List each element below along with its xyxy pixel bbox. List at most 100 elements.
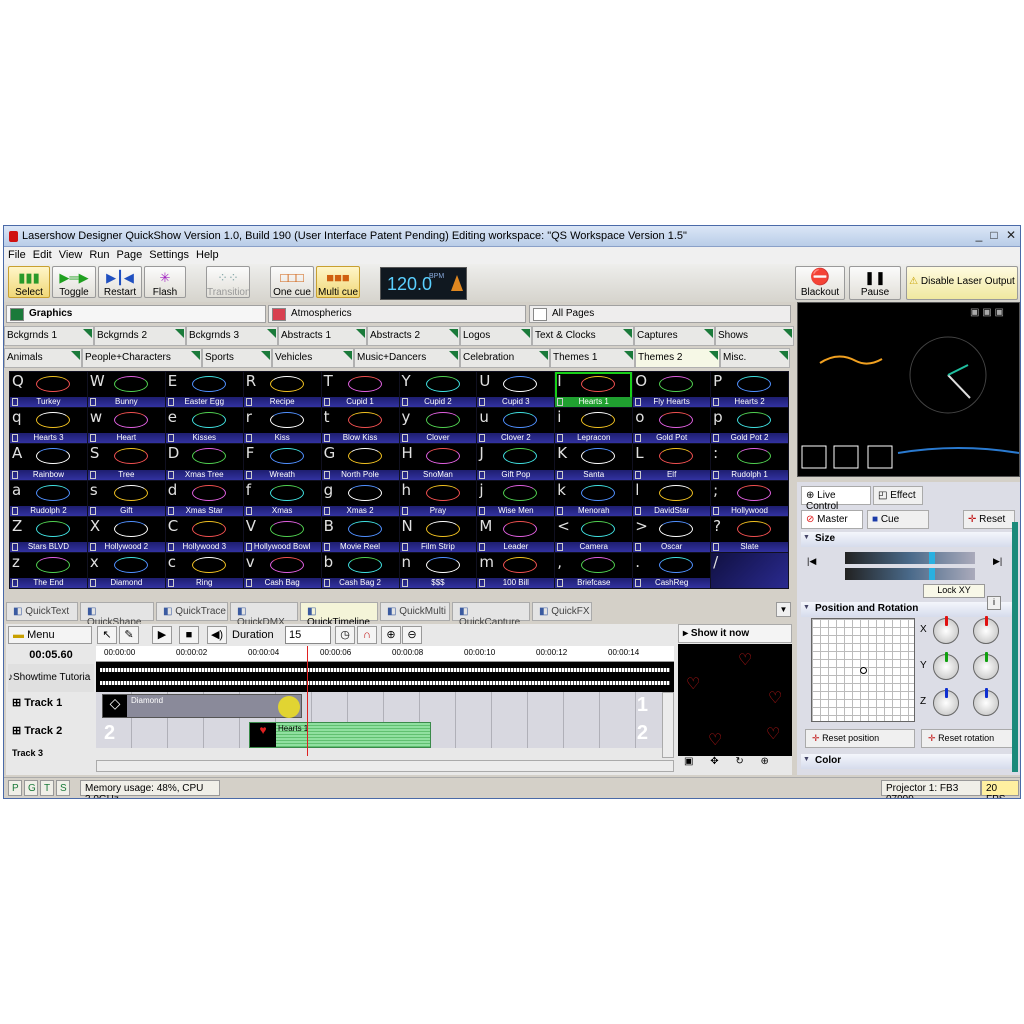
rotation-x-knob[interactable]: [973, 616, 999, 644]
group-tab-bckgrnds-1[interactable]: Bckgrnds 1: [4, 326, 94, 346]
cue-cell[interactable]: B Movie Reel: [321, 516, 399, 552]
cue-cell[interactable]: w Heart: [87, 408, 165, 444]
menu-file[interactable]: File: [4, 247, 29, 261]
cue-cell[interactable]: k Menorah: [555, 480, 633, 516]
status-p-button[interactable]: P: [8, 780, 22, 796]
cue-cell[interactable]: V Hollywood Bowl: [243, 516, 321, 552]
cue-cell[interactable]: e Kisses: [165, 408, 243, 444]
reset-position-button[interactable]: ✛ Reset position: [805, 729, 915, 748]
group-tab-themes-2[interactable]: Themes 2: [635, 348, 720, 368]
select-button[interactable]: ▮▮▮ Select: [8, 266, 50, 298]
cue-cell[interactable]: > Oscar: [633, 516, 711, 552]
cue-cell[interactable]: r Kiss: [243, 408, 321, 444]
cue-cell[interactable]: b Cash Bag 2: [321, 552, 399, 588]
cue-cell[interactable]: j Wise Men: [477, 480, 555, 516]
cue-cell[interactable]: A Rainbow: [10, 444, 87, 480]
duration-input[interactable]: 15: [285, 626, 331, 644]
group-tab-celebration[interactable]: Celebration: [460, 348, 550, 368]
menu-view[interactable]: View: [55, 247, 86, 261]
cue-cell[interactable]: m 100 Bill: [477, 552, 555, 588]
show-it-now-button[interactable]: ▸ Show it now: [678, 624, 792, 643]
restart-button[interactable]: ▶┃◀ Restart: [98, 266, 142, 298]
track-1-lane[interactable]: ◇ Diamond 1: [96, 692, 662, 720]
cue-cell[interactable]: K Santa: [555, 444, 633, 480]
group-tab-text-clocks[interactable]: Text & Clocks: [532, 326, 634, 346]
cue-cell[interactable]: D Xmas Tree: [165, 444, 243, 480]
bpm-display[interactable]: 120.0 BPM: [380, 267, 467, 300]
minimize-button[interactable]: _: [971, 229, 987, 243]
multi-cue-button[interactable]: ■■■ Multi cue: [316, 266, 360, 298]
status-g-button[interactable]: G: [24, 780, 38, 796]
group-tab-logos[interactable]: Logos: [460, 326, 532, 346]
cue-cell[interactable]: X Hollywood 2: [87, 516, 165, 552]
cue-cell[interactable]: N Film Strip: [399, 516, 477, 552]
track-2-label[interactable]: ⊞ Track 2: [8, 720, 94, 748]
group-tab-music-dancers[interactable]: Music+Dancers: [354, 348, 460, 368]
color-section[interactable]: Color: [801, 754, 1013, 769]
group-tab-misc-[interactable]: Misc.: [720, 348, 790, 368]
horizontal-scrollbar[interactable]: [96, 760, 674, 772]
cue-cell[interactable]: W Bunny: [87, 372, 165, 408]
cue-cell[interactable]: y Clover: [399, 408, 477, 444]
tab-quickmulti[interactable]: ◧ QuickMulti: [380, 602, 450, 621]
tab-quicktrace[interactable]: ◧ QuickTrace: [156, 602, 228, 621]
cue-cell[interactable]: p Gold Pot 2: [711, 408, 788, 444]
reset-button[interactable]: ✛ Reset: [963, 510, 1015, 529]
cue-cell[interactable]: E Easter Egg: [165, 372, 243, 408]
play-button[interactable]: ▶: [152, 626, 172, 644]
group-tab-abstracts-1[interactable]: Abstracts 1: [278, 326, 367, 346]
cue-cell[interactable]: o Gold Pot: [633, 408, 711, 444]
cue-cell[interactable]: q Hearts 3: [10, 408, 87, 444]
toggle-button[interactable]: ▶═▶ Toggle: [52, 266, 96, 298]
size-y-slider[interactable]: [845, 568, 975, 580]
cue-cell[interactable]: S Tree: [87, 444, 165, 480]
stop-button[interactable]: ■: [179, 626, 199, 644]
skip-forward-icon[interactable]: ▶|: [993, 556, 1002, 567]
cue-cell[interactable]: F Wreath: [243, 444, 321, 480]
reset-rotation-button[interactable]: ✛ Reset rotation: [921, 729, 1015, 748]
cue-cell[interactable]: x Diamond: [87, 552, 165, 588]
cue-cell[interactable]: s Gift: [87, 480, 165, 516]
cue-cell[interactable]: a Rudolph 2: [10, 480, 87, 516]
skip-back-icon[interactable]: |◀: [807, 556, 816, 567]
tab-quicktimeline[interactable]: ◧ QuickTimeline: [300, 602, 378, 628]
time-ruler[interactable]: 00:00:00 00:00:02 00:00:04 00:00:06 00:00:08…: [96, 646, 674, 662]
cue-cell[interactable]: U Cupid 3: [477, 372, 555, 408]
cue-cell[interactable]: t Blow Kiss: [321, 408, 399, 444]
preview-tools[interactable]: ▣ ✥ ↻ ⊕: [678, 756, 792, 772]
cue-cell[interactable]: i Lepracon: [555, 408, 633, 444]
zoom-in-button[interactable]: ⊕: [381, 626, 401, 644]
track-3-label[interactable]: Track 3: [8, 748, 94, 758]
cue-cell[interactable]: C Hollywood 3: [165, 516, 243, 552]
position-y-knob[interactable]: [933, 652, 959, 680]
cue-cell[interactable]: g Xmas 2: [321, 480, 399, 516]
cue-cell[interactable]: G North Pole: [321, 444, 399, 480]
cue-cell[interactable]: ? Slate: [711, 516, 788, 552]
group-tab-shows[interactable]: Shows: [715, 326, 794, 346]
menu-help[interactable]: Help: [192, 247, 222, 261]
pointer-tool-button[interactable]: ↖: [97, 626, 117, 644]
clip-diamond[interactable]: ◇ Diamond: [102, 694, 302, 718]
tab-graphics[interactable]: Graphics: [6, 305, 266, 323]
size-section[interactable]: Size: [801, 532, 1013, 547]
tab-quickfx[interactable]: ◧ QuickFX: [532, 602, 592, 621]
tab-atmospherics[interactable]: Atmospherics: [268, 305, 526, 323]
cue-cell[interactable]: T Cupid 1: [321, 372, 399, 408]
transition-button[interactable]: ⁘⁘ Transition: [206, 266, 251, 298]
group-tab-people-characters[interactable]: People+Characters: [82, 348, 202, 368]
tab-quickshape[interactable]: ◧ QuickShape: [80, 602, 154, 628]
cue-cell[interactable]: , Briefcase: [555, 552, 633, 588]
cue-cell[interactable]: Y Cupid 2: [399, 372, 477, 408]
cue-button[interactable]: ■ Cue: [867, 510, 929, 529]
cue-cell[interactable]: l DavidStar: [633, 480, 711, 516]
group-tab-vehicles[interactable]: Vehicles: [272, 348, 354, 368]
cue-cell[interactable]: h Pray: [399, 480, 477, 516]
group-tab-animals[interactable]: Animals: [4, 348, 82, 368]
position-z-knob[interactable]: [933, 688, 959, 716]
tab-quickdmx[interactable]: ◧ QuickDMX: [230, 602, 298, 628]
lock-xy-button[interactable]: Lock XY: [923, 584, 985, 598]
group-tab-themes-1[interactable]: Themes 1: [550, 348, 635, 368]
cue-cell[interactable]: Q Turkey: [10, 372, 87, 408]
clock-button[interactable]: ◷: [335, 626, 355, 644]
menu-edit[interactable]: Edit: [29, 247, 55, 261]
